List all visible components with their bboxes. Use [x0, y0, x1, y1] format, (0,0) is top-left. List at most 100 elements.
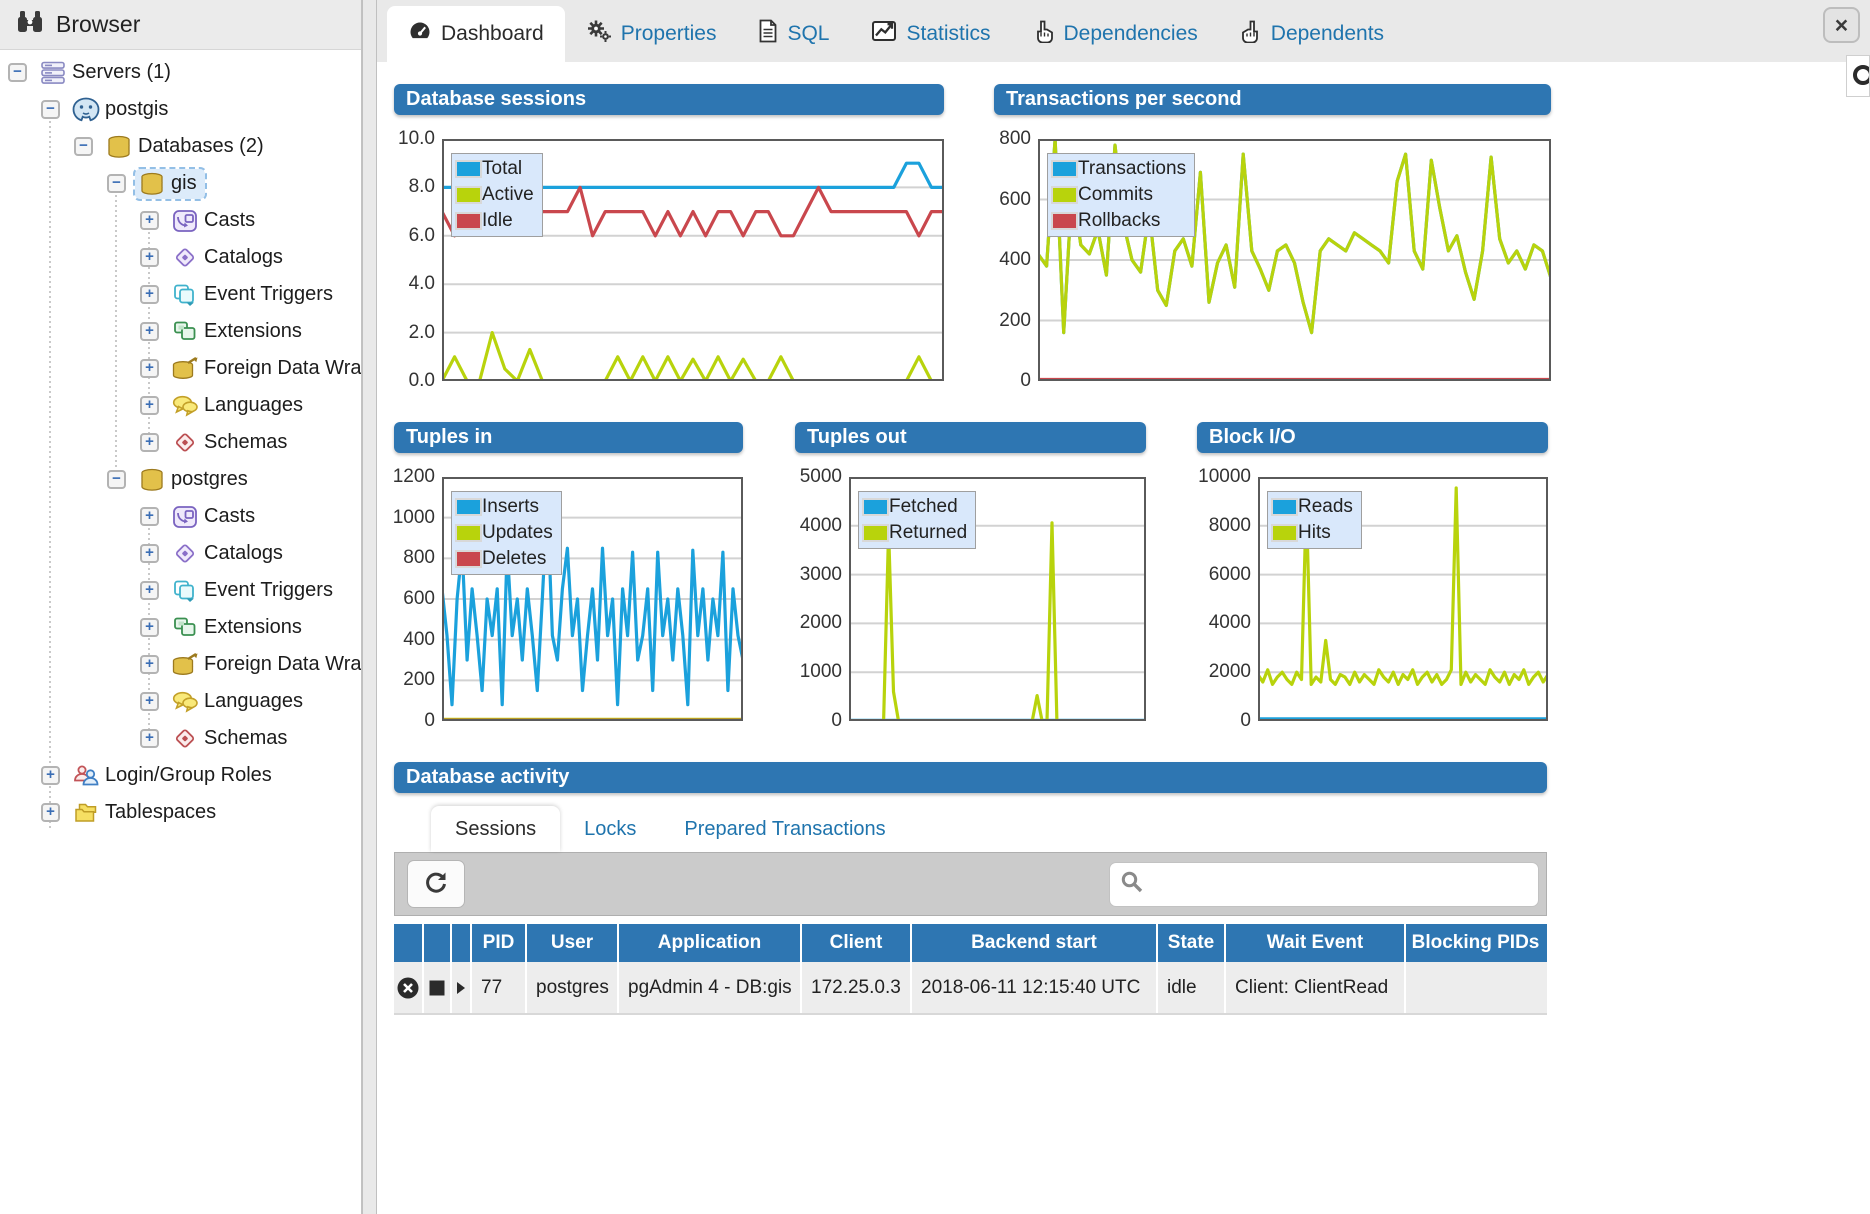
- legend-entry: Reads: [1271, 494, 1353, 520]
- search-box[interactable]: [1109, 862, 1539, 907]
- column-header-blocking-pids[interactable]: Blocking PIDs: [1406, 924, 1545, 962]
- cancel-icon[interactable]: [394, 962, 424, 1013]
- y-axis-tick: 6.0: [409, 225, 435, 247]
- tree-item-casts[interactable]: +Casts: [0, 498, 361, 535]
- expand-expander[interactable]: +: [41, 766, 60, 785]
- y-axis-tick: 600: [403, 588, 435, 610]
- collapse-expander[interactable]: −: [8, 63, 27, 82]
- activity-tab-sessions[interactable]: Sessions: [431, 806, 560, 852]
- tree-item-schemas[interactable]: +Schemas: [0, 720, 361, 757]
- tree-item-schemas[interactable]: +Schemas: [0, 424, 361, 461]
- refresh-button[interactable]: [407, 860, 465, 908]
- column-header-user[interactable]: User: [527, 924, 619, 962]
- session-row[interactable]: 77postgrespgAdmin 4 - DB:gis172.25.0.320…: [394, 962, 1547, 1015]
- expand-expander[interactable]: +: [140, 211, 159, 230]
- y-axis-tick: 8.0: [409, 176, 435, 198]
- tree-item-foreign-data-wrappers[interactable]: + Foreign Data Wrappers: [0, 350, 361, 387]
- expand-expander[interactable]: +: [140, 322, 159, 341]
- column-header-wait-event[interactable]: Wait Event: [1226, 924, 1406, 962]
- expand-expander[interactable]: +: [140, 692, 159, 711]
- activity-tab-locks[interactable]: Locks: [560, 806, 660, 852]
- catalogs-icon: [170, 542, 200, 566]
- tablespaces-icon: [71, 801, 101, 825]
- panel-splitter[interactable]: [362, 0, 377, 1214]
- activity-tab-prepared-transactions[interactable]: Prepared Transactions: [660, 806, 909, 852]
- expand-expander[interactable]: +: [140, 359, 159, 378]
- search-icon: [1120, 870, 1144, 899]
- tree-item-label: Extensions: [204, 320, 302, 343]
- expand-expander[interactable]: +: [41, 803, 60, 822]
- tree-item-login-group-roles[interactable]: + Login/Group Roles: [0, 757, 361, 794]
- tree-item-event-triggers[interactable]: +Event Triggers: [0, 572, 361, 609]
- panel-database-sessions: Database sessions 10.08.06.04.02.00.0 To…: [394, 84, 944, 386]
- column-header-state[interactable]: State: [1158, 924, 1226, 962]
- expand-expander[interactable]: +: [140, 248, 159, 267]
- tab-label: Properties: [621, 22, 717, 46]
- tab-properties[interactable]: Properties: [565, 6, 738, 62]
- tab-dependencies[interactable]: Dependencies: [1012, 6, 1219, 62]
- column-header-icon[interactable]: [424, 924, 452, 962]
- close-panel-button[interactable]: ×: [1823, 7, 1860, 43]
- column-header-pid[interactable]: PID: [472, 924, 527, 962]
- tab-dependents[interactable]: Dependents: [1219, 6, 1405, 62]
- expand-row-icon[interactable]: [452, 962, 472, 1013]
- database-icon: [137, 468, 167, 492]
- tree-item-extensions[interactable]: + Extensions: [0, 313, 361, 350]
- tree-item-databases-2-[interactable]: −Databases (2): [0, 128, 361, 165]
- expand-expander[interactable]: +: [140, 285, 159, 304]
- tree-item-label: postgres: [171, 468, 248, 491]
- collapse-expander[interactable]: −: [74, 137, 93, 156]
- y-axis-tick: 600: [999, 189, 1031, 211]
- tree-item-languages[interactable]: +Languages: [0, 683, 361, 720]
- tree-item-catalogs[interactable]: + Catalogs: [0, 535, 361, 572]
- tree-item-label: Login/Group Roles: [105, 764, 272, 787]
- tree-item-foreign-data-wrappers[interactable]: +Foreign Data Wrappers: [0, 646, 361, 683]
- tree-item-servers-1-[interactable]: −Servers (1): [0, 54, 361, 91]
- tree-item-postgis[interactable]: −postgis: [0, 91, 361, 128]
- legend-entry: Active: [455, 182, 534, 208]
- tab-sql[interactable]: SQL: [737, 6, 850, 62]
- search-input[interactable]: [1144, 863, 1538, 906]
- column-header-client[interactable]: Client: [802, 924, 912, 962]
- expand-expander[interactable]: +: [140, 544, 159, 563]
- expand-expander[interactable]: +: [140, 507, 159, 526]
- expand-expander[interactable]: +: [140, 433, 159, 452]
- collapse-expander[interactable]: −: [41, 100, 60, 119]
- panel-title: Tuples in: [394, 422, 743, 453]
- tree-item-event-triggers[interactable]: +Event Triggers: [0, 276, 361, 313]
- dashboard-content: Database sessions 10.08.06.04.02.00.0 To…: [377, 62, 1870, 1214]
- column-header-backend-start[interactable]: Backend start: [912, 924, 1158, 962]
- tree-item-postgres[interactable]: − postgres: [0, 461, 361, 498]
- tree-item-label: Foreign Data Wrappers: [204, 357, 362, 380]
- expand-expander[interactable]: +: [140, 581, 159, 600]
- tab-dashboard[interactable]: Dashboard: [387, 6, 565, 62]
- tree-item-languages[interactable]: +Languages: [0, 387, 361, 424]
- stop-icon[interactable]: [424, 962, 452, 1013]
- binoculars-icon: [16, 9, 44, 40]
- collapse-expander[interactable]: −: [107, 470, 126, 489]
- column-header-icon[interactable]: [394, 924, 424, 962]
- pgadmin-app: Browser −Servers (1)−postgis−Databases (…: [0, 0, 1870, 1214]
- tab-statistics[interactable]: Statistics: [850, 6, 1011, 62]
- y-axis-tick: 1200: [393, 466, 435, 488]
- y-axis-tick: 10000: [1198, 466, 1251, 488]
- tree-item-extensions[interactable]: +Extensions: [0, 609, 361, 646]
- expand-expander[interactable]: +: [140, 618, 159, 637]
- tree-item-gis[interactable]: −gis: [0, 165, 361, 202]
- tree-item-casts[interactable]: +Casts: [0, 202, 361, 239]
- collapse-expander[interactable]: −: [107, 174, 126, 193]
- tree-item-tablespaces[interactable]: +Tablespaces: [0, 794, 361, 831]
- tab-label: Dependents: [1271, 22, 1384, 46]
- legend-entry: Fetched: [862, 494, 967, 520]
- expand-expander[interactable]: +: [140, 729, 159, 748]
- legend-label: Transactions: [1078, 158, 1186, 180]
- cell-pid: 77: [472, 962, 527, 1013]
- column-header-application[interactable]: Application: [619, 924, 802, 962]
- tree-item-catalogs[interactable]: +Catalogs: [0, 239, 361, 276]
- column-header-icon[interactable]: [452, 924, 472, 962]
- expand-expander[interactable]: +: [140, 655, 159, 674]
- expand-expander[interactable]: +: [140, 396, 159, 415]
- panel-title: Database sessions: [394, 84, 944, 115]
- tree-item-label: Catalogs: [204, 542, 283, 565]
- cell-application: pgAdmin 4 - DB:gis: [619, 962, 802, 1013]
